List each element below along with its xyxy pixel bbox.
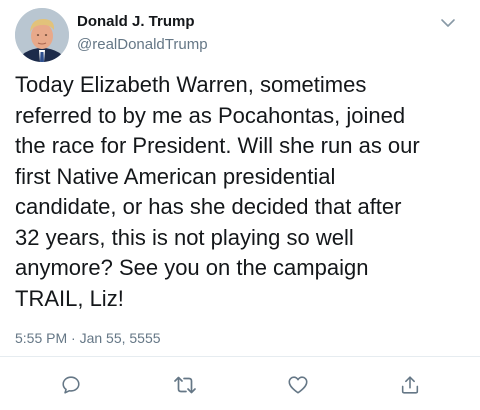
avatar[interactable] xyxy=(15,8,69,62)
like-button[interactable] xyxy=(285,372,311,398)
tweet-menu-button[interactable] xyxy=(437,12,459,34)
author-handle[interactable]: @realDonaldTrump xyxy=(77,36,208,53)
tweet-text: Today Elizabeth Warren, sometimes referr… xyxy=(15,72,420,311)
tweet-card: Donald J. Trump @realDonaldTrump Today E… xyxy=(0,0,480,410)
reply-button[interactable] xyxy=(58,372,84,398)
tweet-timestamp[interactable]: 5:55 PM · Jan 55, 5555 xyxy=(15,330,161,346)
divider xyxy=(0,356,480,357)
retweet-button[interactable] xyxy=(172,372,198,398)
reply-icon xyxy=(62,376,80,394)
heart-icon xyxy=(288,376,308,394)
share-icon xyxy=(401,376,419,394)
chevron-down-icon xyxy=(441,19,455,27)
share-button[interactable] xyxy=(397,372,423,398)
author-name[interactable]: Donald J. Trump xyxy=(77,13,195,30)
profile-photo-icon xyxy=(15,8,69,62)
retweet-icon xyxy=(174,376,196,394)
